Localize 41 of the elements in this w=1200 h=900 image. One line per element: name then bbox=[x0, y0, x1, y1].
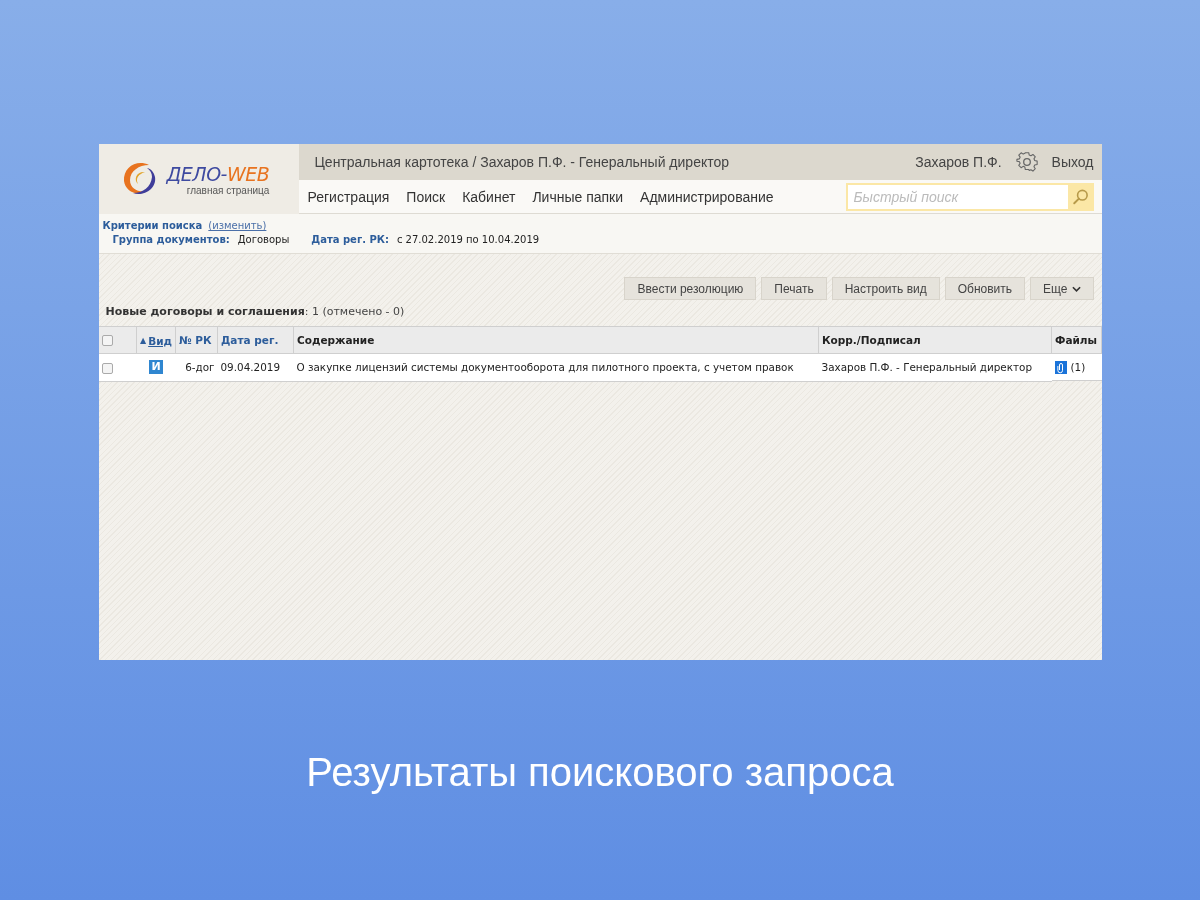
criteria-title: Критерии поиска bbox=[102, 220, 203, 231]
user-name[interactable]: Захаров П.Ф. bbox=[915, 154, 1002, 170]
column-header: Корр./Подписал bbox=[822, 334, 921, 346]
logo-text: ДЕЛО-WEB bbox=[166, 162, 270, 185]
logout-link[interactable]: Выход bbox=[1051, 154, 1094, 170]
toolbar-button[interactable]: Ввести резолюцию bbox=[624, 277, 757, 300]
settings-icon[interactable] bbox=[1015, 151, 1038, 173]
toolbar-button[interactable]: Настроить вид bbox=[831, 277, 940, 300]
document-type-icon: И bbox=[149, 360, 163, 375]
checkbox[interactable] bbox=[101, 335, 113, 347]
table-cell: Захаров П.Ф. - Генеральный директор bbox=[821, 361, 1033, 374]
checkbox[interactable] bbox=[101, 362, 113, 374]
criteria-label: Дата рег. РК: bbox=[311, 234, 389, 245]
criteria-value: Договоры bbox=[237, 234, 290, 245]
nav-menu-item[interactable]: Администрирование bbox=[640, 188, 774, 205]
nav-menu-item[interactable]: Кабинет bbox=[462, 188, 516, 205]
search-icon bbox=[1071, 187, 1090, 206]
more-menu-button[interactable]: Еще bbox=[1030, 277, 1094, 300]
file-count: (1) bbox=[1070, 361, 1086, 373]
toolbar-button[interactable]: Обновить bbox=[944, 277, 1026, 300]
nav-menu-item[interactable]: Поиск bbox=[406, 188, 446, 205]
change-link[interactable]: (изменить) bbox=[208, 220, 267, 231]
table-cell: 6-дог bbox=[185, 361, 215, 374]
breadcrumb: Центральная картотека / Захаров П.Ф. - Генеральный директор bbox=[314, 154, 730, 170]
nav-menu-item[interactable]: Личные папки bbox=[532, 188, 624, 205]
criteria-label: Группа документов: bbox=[112, 234, 230, 245]
search-field[interactable]: Быстрый поиск bbox=[845, 182, 1068, 211]
search-button[interactable] bbox=[1067, 182, 1094, 211]
table-cell: 09.04.2019 bbox=[220, 361, 280, 374]
nav-menu-item[interactable]: Регистрация bbox=[307, 188, 390, 205]
table-cell: О закупке лицензий системы документооборота для пилотного проекта, с учетом правок bbox=[296, 361, 794, 374]
logo-subtitle[interactable]: главная страница bbox=[186, 184, 270, 196]
toolbar-button[interactable]: Печать bbox=[761, 277, 827, 300]
criteria-value: с 27.02.2019 по 10.04.2019 bbox=[396, 234, 540, 245]
slide-caption: Результаты поискового запроса bbox=[306, 750, 894, 795]
table-row[interactable]: И 6-дог 09.04.2019 О закупке лицензий системы документооборота для пилотного проекта, с учетом правок Захаров П.Ф. - Генеральный директор (1) bbox=[98, 353, 1102, 381]
column-header: Файлы bbox=[1055, 334, 1098, 346]
paperclip-icon[interactable] bbox=[1054, 360, 1067, 374]
list-title: Новые договоры и соглашения: 1 (отмечено - 0) bbox=[104, 304, 406, 320]
chevron-down-icon bbox=[1071, 285, 1081, 292]
column-header: Содержание bbox=[297, 334, 375, 346]
